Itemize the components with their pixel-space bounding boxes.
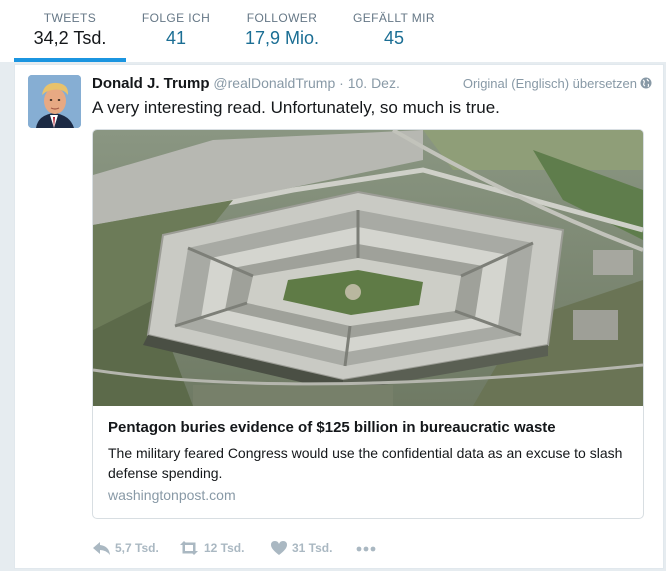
reply-icon (93, 541, 110, 555)
tweet-header: Donald J. Trump @realDonaldTrump · 10. D… (92, 75, 652, 95)
author-name[interactable]: Donald J. Trump (92, 75, 210, 92)
avatar-image (28, 75, 81, 128)
separator-dot: · (339, 75, 344, 91)
stat-followers[interactable]: FOLLOWER 17,9 Mio. (230, 0, 334, 62)
stat-following-value: 41 (165, 28, 187, 48)
heart-icon (271, 540, 287, 555)
link-card[interactable]: Pentagon buries evidence of $125 billion… (92, 129, 644, 519)
stat-following-label: FOLGE ICH (141, 11, 211, 25)
tweet[interactable]: Donald J. Trump @realDonaldTrump · 10. D… (14, 64, 664, 569)
tweet-timestamp[interactable]: 10. Dez. (348, 75, 400, 91)
more-button[interactable] (355, 538, 377, 560)
more-icon (356, 546, 376, 552)
card-description: The military feared Congress would use t… (108, 445, 623, 481)
stat-likes-value: 45 (383, 28, 405, 48)
retweet-count: 12 Tsd. (204, 540, 245, 555)
stat-followers-label: FOLLOWER (246, 11, 318, 25)
stat-likes-label: GEFÄLLT MIR (353, 11, 435, 25)
reply-button[interactable]: 5,7 Tsd. (92, 539, 159, 561)
globe-icon (640, 77, 652, 89)
like-button[interactable]: 31 Tsd. (270, 539, 332, 561)
retweet-button[interactable]: 12 Tsd. (178, 539, 244, 561)
card-image[interactable] (93, 130, 643, 406)
stat-likes[interactable]: GEFÄLLT MIR 45 (342, 0, 446, 62)
stat-tweets-value: 34,2 Tsd. (33, 28, 107, 48)
reply-count: 5,7 Tsd. (115, 540, 159, 555)
author-handle[interactable]: @realDonaldTrump (213, 75, 335, 91)
stat-following[interactable]: FOLGE ICH 41 (130, 0, 222, 62)
card-title[interactable]: Pentagon buries evidence of $125 billion… (108, 419, 556, 436)
like-count: 31 Tsd. (292, 540, 333, 555)
tweet-text: A very interesting read. Unfortunately, … (92, 98, 500, 117)
card-domain: washingtonpost.com (108, 487, 236, 503)
stat-tweets[interactable]: TWEETS 34,2 Tsd. (14, 0, 126, 62)
translate-label: Original (Englisch) übersetzen (462, 76, 637, 91)
profile-stats-bar: TWEETS 34,2 Tsd. FOLGE ICH 41 FOLLOWER 1… (0, 0, 666, 62)
stat-tweets-label: TWEETS (43, 11, 97, 25)
translate-link[interactable]: Original (Englisch) übersetzen (463, 76, 652, 91)
retweet-icon (180, 540, 198, 555)
stat-followers-value: 17,9 Mio. (244, 28, 320, 48)
avatar[interactable] (28, 75, 81, 128)
